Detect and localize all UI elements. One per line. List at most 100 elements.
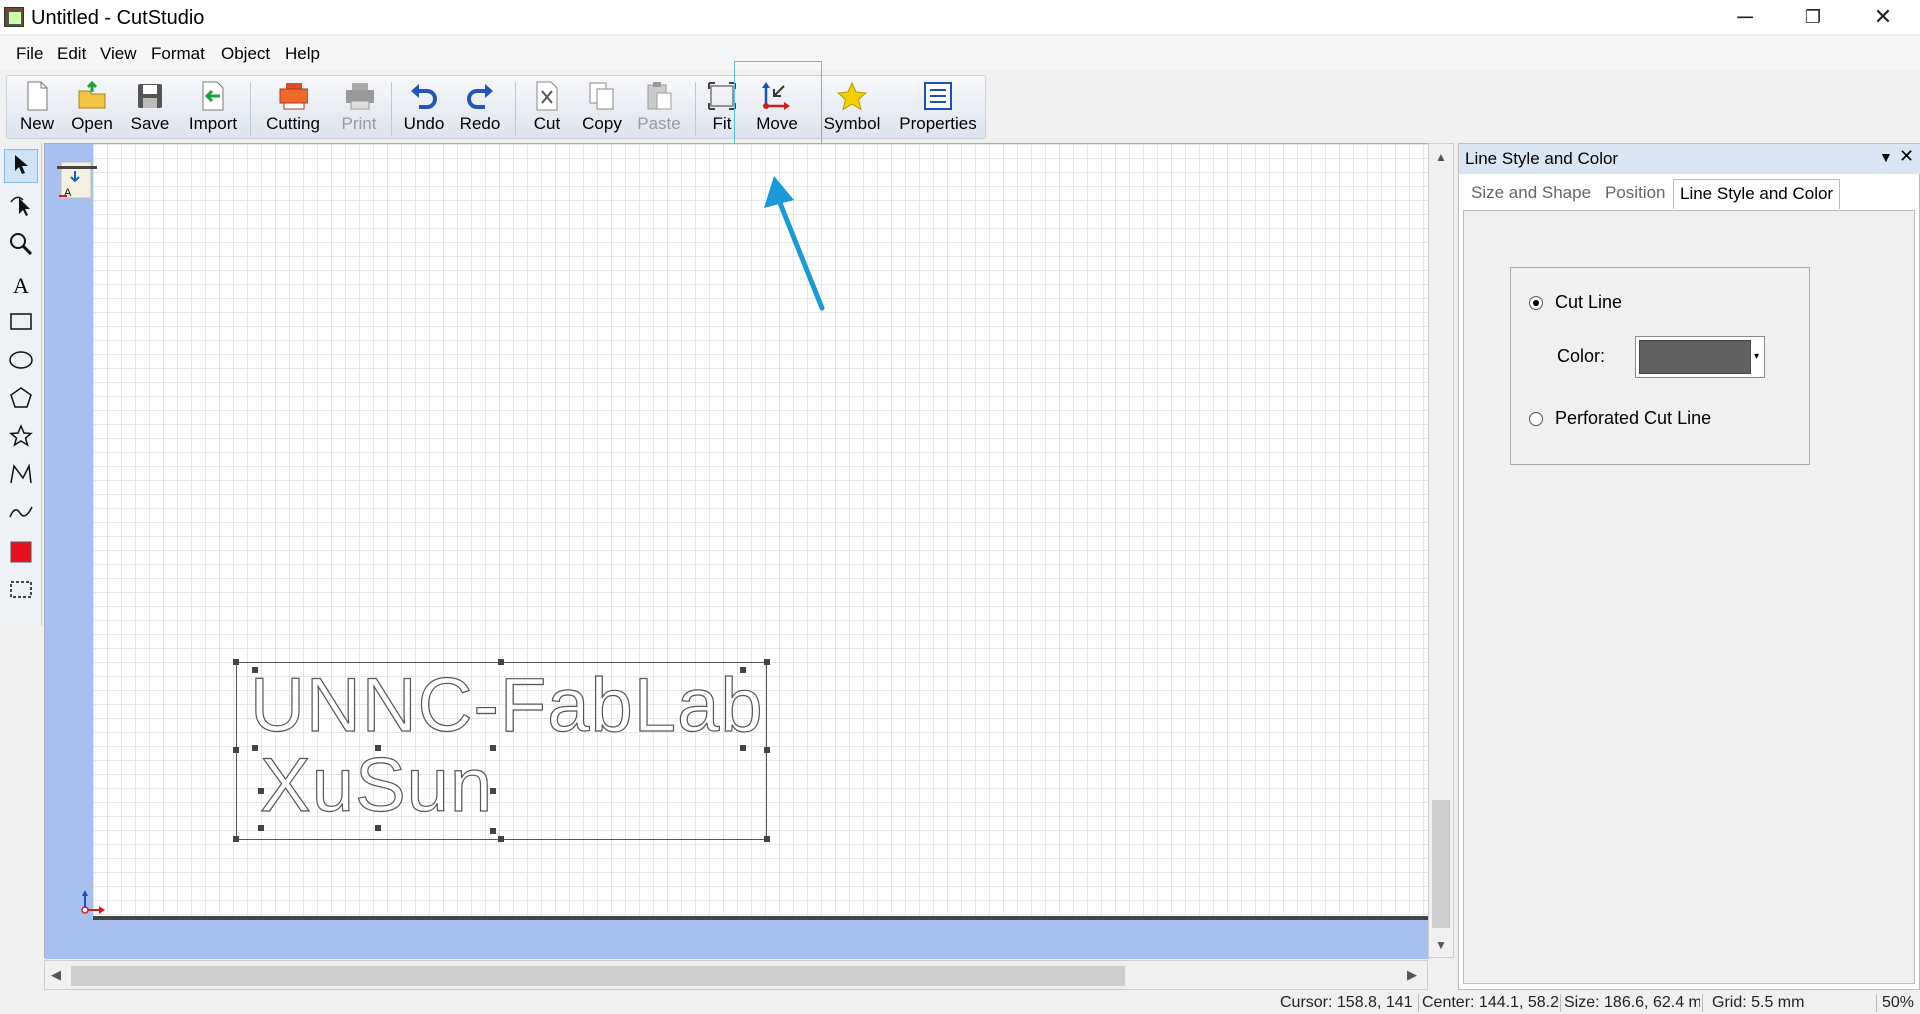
print-button[interactable]: Print (337, 76, 381, 140)
symbol-label: Symbol (823, 114, 881, 133)
copy-label: Copy (582, 114, 622, 133)
perforated-cut-line-label[interactable]: Perforated Cut Line (1555, 408, 1711, 429)
star-tool[interactable] (4, 421, 38, 455)
polygon-tool[interactable] (4, 383, 38, 417)
cutting-label: Cutting (266, 114, 320, 133)
status-bar: Cursor: 158.8, 141 Center: 144.1, 58.2 S… (0, 992, 1920, 1014)
symbol-button[interactable]: Symbol (823, 76, 881, 140)
text-node-handle[interactable] (740, 667, 746, 673)
color-dropdown-icon[interactable]: ▾ (1754, 337, 1764, 377)
save-disk-icon (135, 80, 165, 112)
star-outline-icon (9, 423, 33, 453)
zoom-tool[interactable] (4, 229, 38, 263)
ellipse-tool[interactable] (4, 345, 38, 379)
text-object-line2[interactable]: XuSun (259, 742, 493, 829)
text-a-icon: A (13, 273, 29, 298)
color-label: Color: (1557, 346, 1606, 366)
paste-clipboard-icon (644, 80, 674, 112)
curve-tool[interactable] (4, 497, 38, 531)
origin-marker-icon[interactable] (79, 888, 109, 918)
paste-button[interactable]: Paste (635, 76, 683, 140)
scroll-right-icon[interactable]: ▶ (1407, 967, 1417, 983)
redo-label: Redo (459, 114, 501, 133)
menu-edit[interactable]: Edit (57, 44, 86, 64)
text-node-handle[interactable] (490, 788, 496, 794)
resize-handle[interactable] (498, 836, 504, 842)
text-object-line1[interactable]: UNNC-FabLab (249, 662, 764, 749)
new-button[interactable]: New (17, 76, 57, 140)
restore-button[interactable]: ❐ (1778, 0, 1848, 34)
select-tool[interactable] (4, 149, 38, 183)
text-node-handle[interactable] (258, 825, 264, 831)
cut-line-label[interactable]: Cut Line (1555, 292, 1622, 313)
menu-help[interactable]: Help (285, 44, 320, 64)
redo-button[interactable]: Redo (457, 76, 503, 140)
status-zoom: 50% (1882, 994, 1915, 1011)
toolbar-separator (695, 82, 696, 136)
horizontal-scrollbar[interactable]: ◀ ▶ (44, 960, 1428, 990)
text-node-handle[interactable] (490, 745, 496, 751)
properties-button[interactable]: Properties (899, 76, 977, 140)
node-edit-tool[interactable] (4, 189, 38, 223)
vertical-scrollbar[interactable]: ▲ ▼ (1428, 143, 1454, 958)
panel-dropdown-icon[interactable]: ▼ (1879, 149, 1893, 165)
marquee-tool[interactable] (4, 575, 38, 609)
open-button[interactable]: Open (69, 76, 115, 140)
fill-color-tool[interactable] (4, 537, 38, 571)
tab-position[interactable]: Position (1599, 179, 1671, 209)
copy-button[interactable]: Copy (579, 76, 625, 140)
resize-handle[interactable] (233, 836, 239, 842)
menu-view[interactable]: View (100, 44, 137, 64)
text-node-handle[interactable] (375, 745, 381, 751)
text-node-handle[interactable] (252, 667, 258, 673)
text-node-handle[interactable] (375, 825, 381, 831)
menu-format[interactable]: Format (151, 44, 205, 64)
scroll-left-icon[interactable]: ◀ (51, 967, 61, 983)
text-node-handle[interactable] (258, 788, 264, 794)
resize-handle[interactable] (233, 659, 239, 665)
scroll-up-icon[interactable]: ▲ (1435, 150, 1447, 164)
tab-size-and-shape[interactable]: Size and Shape (1465, 179, 1597, 209)
undo-button[interactable]: Undo (401, 76, 447, 140)
panel-close-icon[interactable]: ✕ (1899, 146, 1914, 167)
text-node-handle[interactable] (740, 745, 746, 751)
horizontal-scroll-thumb[interactable] (71, 966, 1125, 986)
tab-line-style-and-color[interactable]: Line Style and Color (1673, 179, 1841, 209)
rectangle-tool[interactable] (4, 307, 38, 341)
panel-title: Line Style and Color (1465, 149, 1619, 168)
undo-arrow-icon (409, 80, 439, 112)
polyline-tool[interactable] (4, 459, 38, 493)
status-grid: Grid: 5.5 mm (1712, 994, 1805, 1011)
vertical-scroll-thumb[interactable] (1432, 800, 1450, 928)
menu-object[interactable]: Object (221, 44, 270, 64)
import-button[interactable]: Import (185, 76, 241, 140)
symbol-star-icon (837, 80, 867, 112)
cut-line-radio[interactable] (1529, 296, 1543, 310)
save-label: Save (130, 114, 170, 133)
roll-feed-icon[interactable]: A (55, 158, 99, 202)
undo-label: Undo (403, 114, 445, 133)
save-button[interactable]: Save (129, 76, 171, 140)
cutting-button[interactable]: Cutting (261, 76, 325, 140)
cut-button[interactable]: Cut (525, 76, 569, 140)
properties-list-icon (923, 80, 953, 112)
perforated-cut-line-radio[interactable] (1529, 412, 1543, 426)
status-cursor: Cursor: 158.8, 141 (1280, 994, 1413, 1011)
resize-handle[interactable] (764, 659, 770, 665)
copy-icon (587, 80, 617, 112)
resize-handle[interactable] (764, 836, 770, 842)
minimize-button[interactable]: ─ (1710, 0, 1780, 34)
text-node-handle[interactable] (490, 828, 496, 834)
printer-icon (344, 80, 374, 112)
menu-file[interactable]: File (16, 44, 43, 64)
color-picker[interactable]: ▾ (1635, 336, 1765, 378)
status-center: Center: 144.1, 58.2 (1422, 994, 1558, 1011)
resize-handle[interactable] (233, 747, 239, 753)
close-button[interactable]: ✕ (1848, 0, 1918, 34)
text-tool[interactable]: A (4, 269, 38, 303)
resize-handle[interactable] (498, 659, 504, 665)
scroll-down-icon[interactable]: ▼ (1435, 938, 1447, 952)
text-node-handle[interactable] (252, 745, 258, 751)
canvas-bottom-margin (45, 916, 1429, 959)
resize-handle[interactable] (764, 747, 770, 753)
